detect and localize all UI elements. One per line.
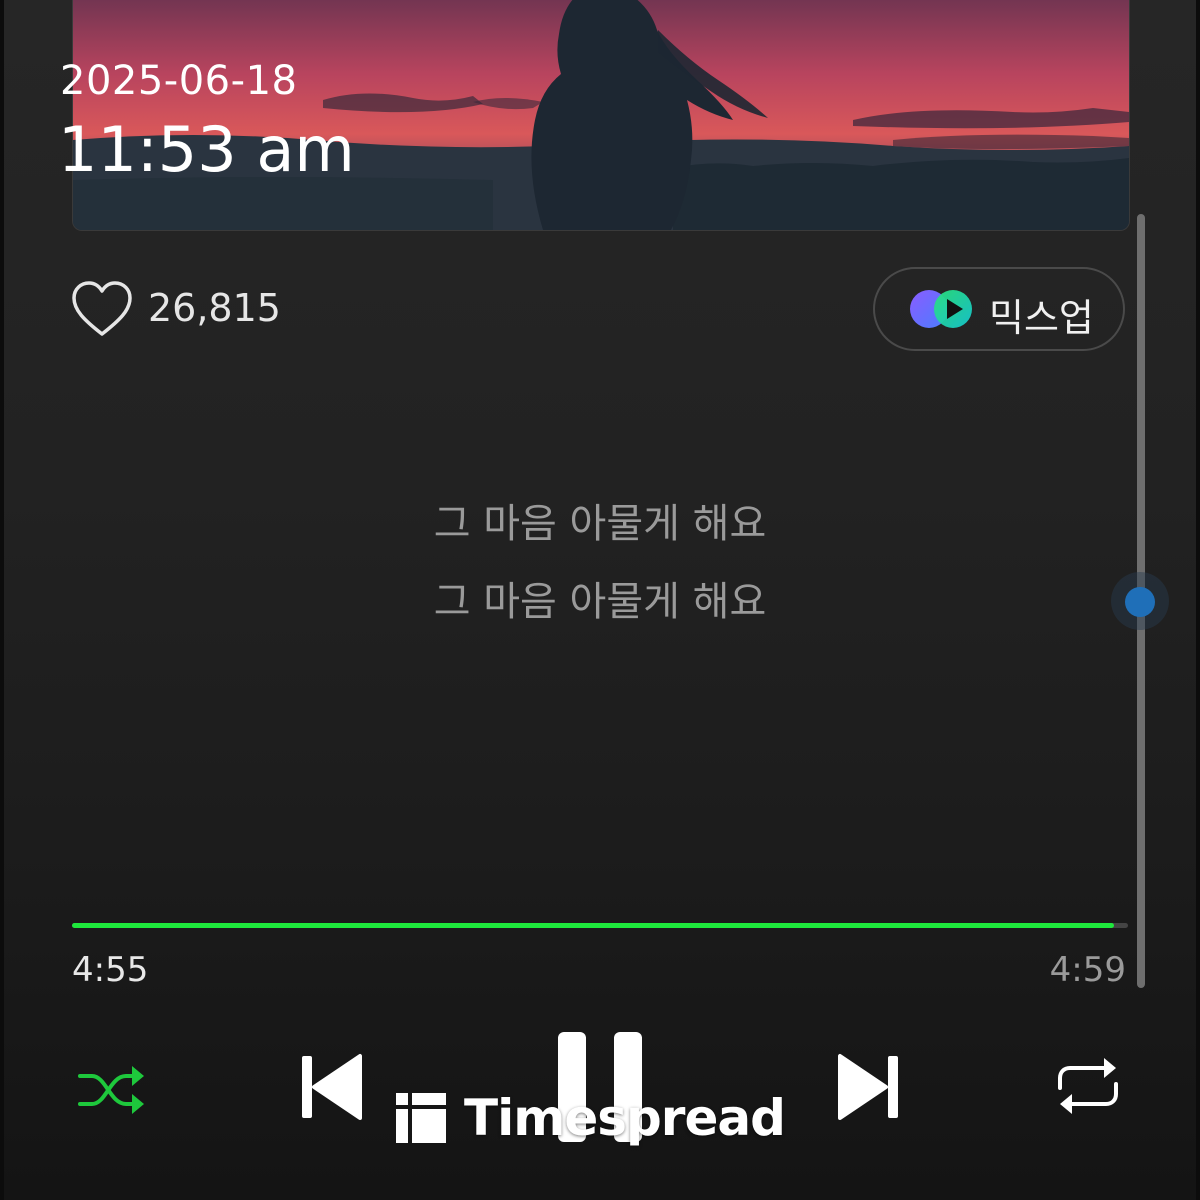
like-count: 26,815 [148,286,281,330]
skip-next-icon [838,1054,898,1120]
playback-progress-fill [72,923,1114,928]
overlay-time: 11:53 am [58,113,355,186]
skip-previous-icon [302,1054,362,1120]
player-screen: 2025-06-18 11:53 am 26,815 믹스업 그 마음 아물게 … [0,0,1200,1200]
elapsed-time: 4:55 [72,950,149,990]
repeat-button[interactable] [1054,1056,1122,1116]
shuffle-button[interactable] [76,1060,148,1120]
lyric-line: 그 마음 아물게 해요 [433,579,767,625]
previous-button[interactable] [296,1050,366,1124]
lyric-line: 그 마음 아물게 해요 [433,501,767,547]
watermark: Timespread [396,1088,786,1148]
lyrics-scrollbar-thumb[interactable] [1125,587,1155,617]
next-button[interactable] [834,1050,904,1124]
lyrics-panel[interactable]: 그 마음 아물게 해요 그 마음 아물게 해요 [0,496,1200,652]
shuffle-icon [78,1066,144,1114]
heart-icon [72,281,132,336]
overlay-date: 2025-06-18 [60,58,298,104]
repeat-icon [1058,1058,1118,1114]
mixup-play-icon [910,290,972,328]
watermark-text: Timespread [464,1089,786,1147]
mixup-button[interactable]: 믹스업 [873,267,1125,351]
like-button[interactable] [70,280,134,340]
playback-progress-bar[interactable] [72,923,1128,928]
mixup-label: 믹스업 [989,296,1094,340]
total-time: 4:59 [1049,950,1126,990]
timespread-logo-icon [396,1093,446,1143]
